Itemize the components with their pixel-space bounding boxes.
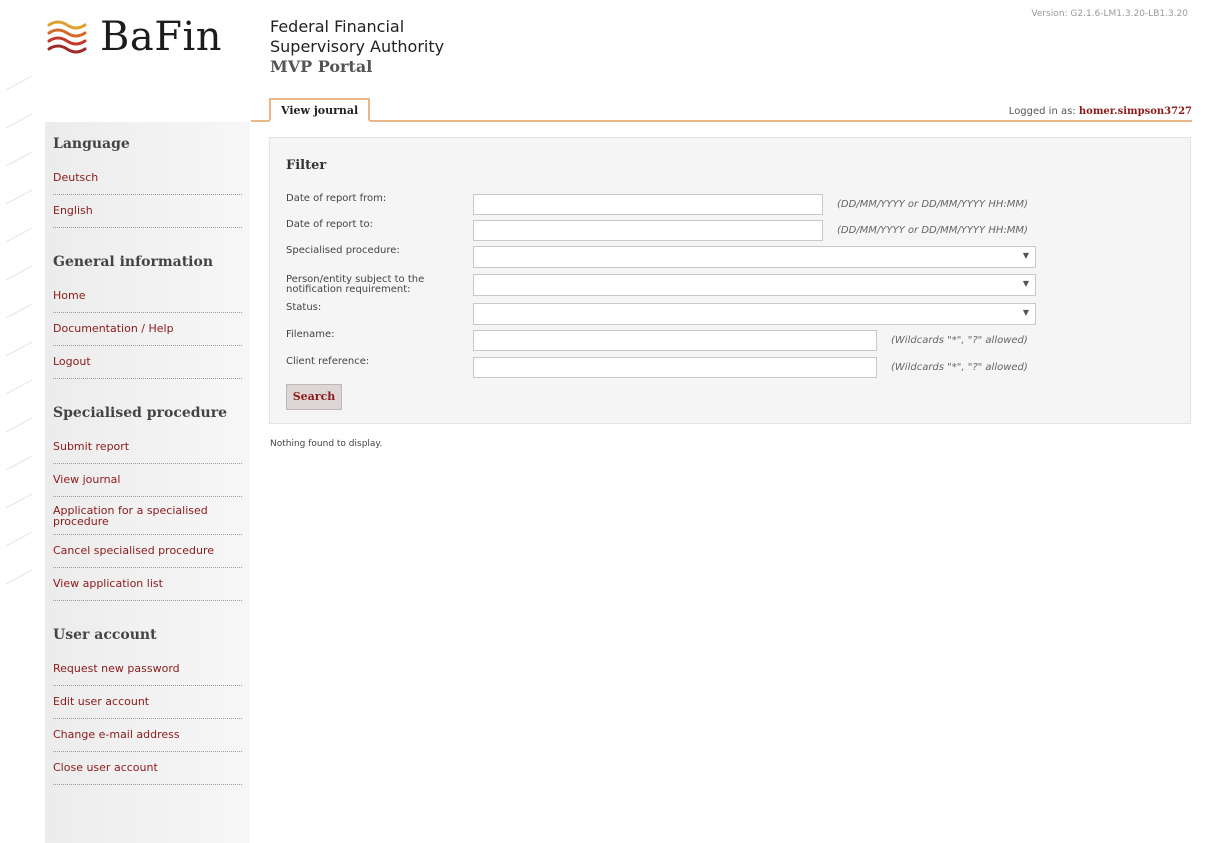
sidebar-item-application[interactable]: Application for a specialised procedure [53, 497, 242, 535]
logged-in-label: Logged in as: [1008, 106, 1076, 117]
username[interactable]: homer.simpson3727 [1079, 106, 1192, 117]
sidebar-item-application-list[interactable]: View application list [53, 568, 242, 601]
sidebar-heading-language: Language [53, 136, 130, 152]
decorative-strokes [5, 75, 33, 585]
sidebar: Language Deutsch English General informa… [45, 122, 250, 843]
tab-view-journal[interactable]: View journal [269, 98, 371, 122]
procedure-label: Specialised procedure: [286, 245, 400, 256]
filter-panel: Filter Date of report from: (DD/MM/YYYY … [269, 137, 1191, 424]
sidebar-item-change-email[interactable]: Change e-mail address [53, 719, 242, 752]
procedure-select[interactable]: ▼ [473, 246, 1036, 268]
sidebar-item-logout[interactable]: Logout [53, 346, 242, 379]
sidebar-item-documentation[interactable]: Documentation / Help [53, 313, 242, 346]
sidebar-item-english[interactable]: English [53, 195, 242, 228]
date-to-label: Date of report to: [286, 219, 374, 230]
sidebar-item-cancel-procedure[interactable]: Cancel specialised procedure [53, 535, 242, 568]
empty-results-message: Nothing found to display. [270, 439, 383, 449]
client-label: Client reference: [286, 356, 370, 367]
bafin-logo[interactable]: BaFin [46, 14, 222, 60]
sidebar-item-deutsch[interactable]: Deutsch [53, 162, 242, 195]
date-to-input[interactable] [473, 220, 823, 241]
sidebar-item-request-password[interactable]: Request new password [53, 653, 242, 686]
sidebar-item-home[interactable]: Home [53, 280, 242, 313]
authority-line2: Supervisory Authority [270, 37, 445, 56]
tab-bar: View journal Logged in as: homer.simpson… [251, 96, 1192, 122]
sidebar-item-submit-report[interactable]: Submit report [53, 431, 242, 464]
logged-in-info: Logged in as: homer.simpson3727 [1009, 106, 1192, 117]
search-button[interactable]: Search [286, 384, 342, 410]
portal-name: MVP Portal [270, 57, 373, 76]
chevron-down-icon: ▼ [1022, 308, 1029, 317]
sidebar-heading-account: User account [53, 627, 157, 643]
sidebar-item-view-journal[interactable]: View journal [53, 464, 242, 497]
date-from-input[interactable] [473, 194, 823, 215]
date-from-hint: (DD/MM/YYYY or DD/MM/YYYY HH:MM) [837, 199, 1028, 210]
chevron-down-icon: ▼ [1022, 279, 1029, 288]
filter-title: Filter [286, 158, 327, 173]
client-reference-input[interactable] [473, 357, 877, 378]
sidebar-heading-general: General information [53, 254, 214, 270]
person-label: Person/entity subject to the notificatio… [286, 274, 425, 295]
client-hint: (Wildcards "*", "?" allowed) [891, 362, 1028, 373]
date-from-label: Date of report from: [286, 193, 387, 204]
authority-name: Federal Financial Supervisory Authority … [270, 17, 444, 77]
authority-line1: Federal Financial [270, 17, 405, 36]
sidebar-item-close-account[interactable]: Close user account [53, 752, 242, 785]
logo-text: BaFin [100, 14, 223, 60]
sidebar-item-edit-account[interactable]: Edit user account [53, 686, 242, 719]
filename-input[interactable] [473, 330, 877, 351]
version-text: Version: G2.1.6-LM1.3.20-LB1.3.20 [1031, 9, 1188, 19]
chevron-down-icon: ▼ [1022, 251, 1029, 260]
sidebar-heading-procedure: Specialised procedure [53, 405, 227, 421]
bafin-logo-icon [47, 20, 87, 54]
person-select[interactable]: ▼ [473, 274, 1036, 296]
status-select[interactable]: ▼ [473, 303, 1036, 325]
filename-hint: (Wildcards "*", "?" allowed) [891, 335, 1028, 346]
date-to-hint: (DD/MM/YYYY or DD/MM/YYYY HH:MM) [837, 225, 1028, 236]
status-label: Status: [286, 302, 322, 313]
filename-label: Filename: [286, 329, 335, 340]
